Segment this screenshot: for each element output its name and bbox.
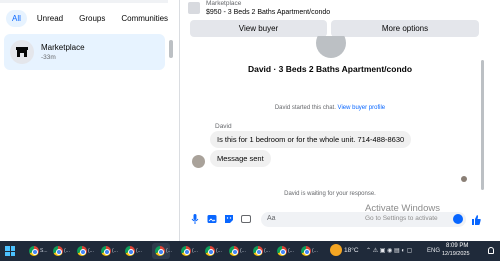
chrome-icon [125, 246, 135, 256]
taskbar-app[interactable]: (... [298, 243, 318, 259]
filter-communities[interactable]: Communities [115, 10, 174, 27]
chrome-icon [205, 246, 215, 256]
view-buyer-button[interactable]: View buyer [190, 20, 327, 37]
taskbar-app[interactable]: S... [26, 243, 48, 259]
filter-unread[interactable]: Unread [31, 10, 69, 27]
chrome-icon [253, 246, 263, 256]
listing-thumbnail [188, 2, 200, 14]
waiting-notice: David is waiting for your response. [284, 191, 376, 197]
taskbar-app[interactable]: (... [250, 243, 270, 259]
sticker-icon[interactable] [224, 214, 234, 224]
taskbar-app[interactable]: (... [178, 243, 198, 259]
taskbar-app[interactable]: (... [74, 243, 94, 259]
clock-time[interactable]: 8:09 PM [446, 243, 468, 249]
system-tray-icons[interactable]: ⌃ ⚠ ▣ ◉ ▤ ◐ ▢ [366, 247, 412, 254]
view-buyer-profile-link[interactable]: View buyer profile [338, 105, 386, 111]
weather-temperature[interactable]: 18°C [344, 247, 359, 254]
taskbar-app[interactable]: (... [226, 243, 246, 259]
chrome-icon [53, 246, 63, 256]
taskbar-app[interactable]: (... [122, 243, 142, 259]
microphone-icon[interactable] [190, 214, 200, 224]
seen-avatar [461, 176, 467, 182]
gif-icon[interactable] [241, 214, 251, 224]
chat-started-text: David started this chat. [274, 105, 336, 111]
chrome-icon [229, 246, 239, 256]
chat-scrollbar[interactable] [481, 60, 484, 190]
chat-title: David · 3 Beds 2 Baths Apartment/condo [247, 64, 413, 74]
message-bubble: Is this for 1 bedroom or for the whole u… [210, 131, 412, 148]
conversation-time: -33m [41, 54, 56, 61]
clock-date[interactable]: 12/19/2025 [442, 251, 470, 257]
filter-all[interactable]: All [6, 10, 27, 27]
search-area [0, 0, 168, 3]
listing-header[interactable]: Marketplace $950 - 3 Beds 2 Baths Apartm… [180, 0, 500, 20]
taskbar-app[interactable]: (... [274, 243, 294, 259]
chrome-icon [29, 246, 39, 256]
chrome-icon [155, 246, 165, 256]
taskbar-app[interactable]: (... [50, 243, 70, 259]
chrome-icon [77, 246, 87, 256]
filter-groups[interactable]: Groups [73, 10, 111, 27]
windows-taskbar: S... (... (... (... (... (... (... (... … [0, 241, 500, 261]
activate-windows-title: Activate Windows [365, 203, 440, 214]
conversation-item-marketplace[interactable]: Marketplace -33m [4, 34, 165, 70]
chrome-icon [181, 246, 191, 256]
photo-icon[interactable] [207, 214, 217, 224]
marketplace-store-icon [10, 40, 34, 64]
conversation-title: Marketplace [41, 43, 85, 52]
windows-start-icon[interactable] [5, 246, 15, 256]
listing-avatar [316, 36, 346, 58]
listing-category: Marketplace [206, 0, 242, 7]
chrome-icon [101, 246, 111, 256]
taskbar-app-active[interactable]: (... [152, 243, 172, 259]
chrome-icon [301, 246, 311, 256]
message-bubble: Message sent [210, 150, 271, 167]
sidebar-scrollbar[interactable] [169, 40, 173, 58]
input-language[interactable]: ENG [427, 248, 440, 254]
chat-panel: Marketplace $950 - 3 Beds 2 Baths Apartm… [180, 0, 500, 241]
thumbs-up-icon[interactable] [471, 213, 481, 225]
filter-chips: All Unread Groups Communities [6, 10, 174, 27]
chat-started-notice: David started this chat. View buyer prof… [180, 105, 480, 111]
weather-icon[interactable] [330, 244, 342, 256]
activate-windows-subtitle: Go to Settings to activate [365, 215, 438, 222]
chat-list-panel: All Unread Groups Communities Marketplac… [0, 0, 173, 241]
sender-avatar[interactable] [192, 155, 205, 168]
more-options-button[interactable]: More options [331, 20, 479, 37]
taskbar-app[interactable]: (... [98, 243, 118, 259]
notification-bell-icon[interactable] [488, 247, 494, 254]
chrome-icon [277, 246, 287, 256]
sender-name: David [215, 123, 232, 130]
listing-title: $950 - 3 Beds 2 Baths Apartment/condo [206, 9, 331, 16]
message-composer: Aa [180, 208, 500, 230]
emoji-icon[interactable] [453, 214, 463, 224]
taskbar-app[interactable]: (... [202, 243, 222, 259]
